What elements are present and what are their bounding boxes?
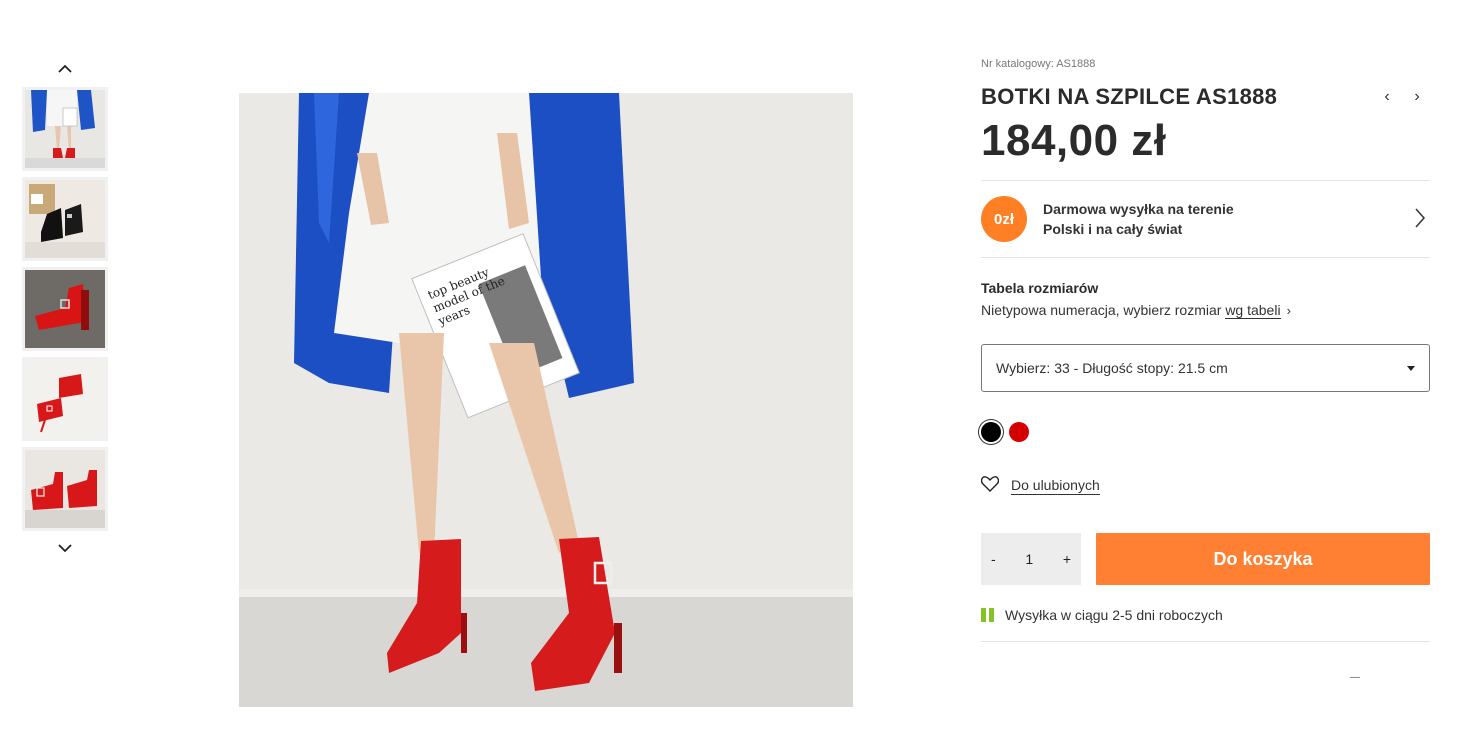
delivery-text: Wysyłka w ciągu 2-5 dni roboczych	[1005, 607, 1223, 623]
chevron-down-icon[interactable]	[22, 537, 108, 563]
quantity-value[interactable]: 1	[1025, 551, 1033, 567]
size-select[interactable]: Wybierz: 33 - Długość stopy: 21.5 cm	[981, 344, 1430, 392]
chevron-right-icon: ›	[1286, 303, 1291, 318]
catalog-number: Nr katalogowy: AS1888	[981, 58, 1096, 70]
thumbnail-5[interactable]	[22, 447, 108, 531]
add-to-favorites[interactable]: Do ulubionych	[980, 476, 1430, 495]
increase-quantity-button[interactable]: +	[1063, 551, 1071, 567]
thumbnail-4[interactable]	[22, 357, 108, 441]
divider	[981, 257, 1430, 258]
thumbnail-gallery	[22, 58, 108, 563]
delivery-status-icon	[981, 608, 994, 622]
chevron-up-icon[interactable]	[22, 58, 108, 84]
thumbnail-3[interactable]	[22, 267, 108, 351]
free-shipping-banner[interactable]: 0zł Darmowa wysyłka na terenie Polski i …	[981, 181, 1430, 257]
color-swatch-red[interactable]	[1009, 422, 1029, 442]
heart-icon	[980, 476, 1000, 495]
product-title: BOTKI NA SZPILCE AS1888	[981, 84, 1278, 109]
dropdown-caret-icon	[1407, 366, 1415, 371]
product-price: 184,00 zł	[981, 116, 1167, 165]
thumbnail-2[interactable]	[22, 177, 108, 261]
previous-product-icon[interactable]: ‹	[1380, 88, 1394, 106]
chevron-right-icon[interactable]	[1414, 207, 1426, 234]
size-table-description: Nietypowa numeracja, wybierz rozmiar wg …	[981, 302, 1430, 319]
divider	[981, 641, 1430, 642]
delivery-info: Wysyłka w ciągu 2-5 dni roboczych	[981, 607, 1430, 623]
color-options	[981, 422, 1430, 442]
size-table-title: Tabela rozmiarów	[981, 280, 1099, 296]
decrease-quantity-button[interactable]: -	[991, 551, 996, 567]
size-select-value: Wybierz: 33 - Długość stopy: 21.5 cm	[996, 360, 1228, 376]
shipping-line-2: Polski i na cały świat	[1043, 221, 1183, 237]
favorites-label: Do ulubionych	[1011, 476, 1100, 495]
main-product-image[interactable]: top beauty model of the years	[239, 93, 853, 707]
color-swatch-black[interactable]	[981, 422, 1001, 442]
product-nav: ‹ ›	[1380, 88, 1424, 106]
shipping-line-1: Darmowa wysyłka na terenie	[1043, 201, 1234, 217]
footer-mark: —	[1350, 672, 1360, 683]
title-row: BOTKI NA SZPILCE AS1888 ‹ ›	[981, 84, 1430, 110]
thumbnail-1[interactable]	[22, 87, 108, 171]
cart-row: - 1 + Do koszyka	[981, 533, 1430, 585]
size-description-text: Nietypowa numeracja, wybierz rozmiar	[981, 302, 1222, 318]
quantity-stepper: - 1 +	[981, 533, 1081, 585]
shipping-badge: 0zł	[981, 196, 1027, 242]
size-table-link[interactable]: wg tabeli	[1225, 302, 1281, 319]
next-product-icon[interactable]: ›	[1410, 88, 1424, 106]
add-to-cart-button[interactable]: Do koszyka	[1096, 533, 1430, 585]
product-details: Nr katalogowy: AS1888 BOTKI NA SZPILCE A…	[980, 58, 1430, 642]
shipping-text: Darmowa wysyłka na terenie Polski i na c…	[1043, 199, 1234, 239]
